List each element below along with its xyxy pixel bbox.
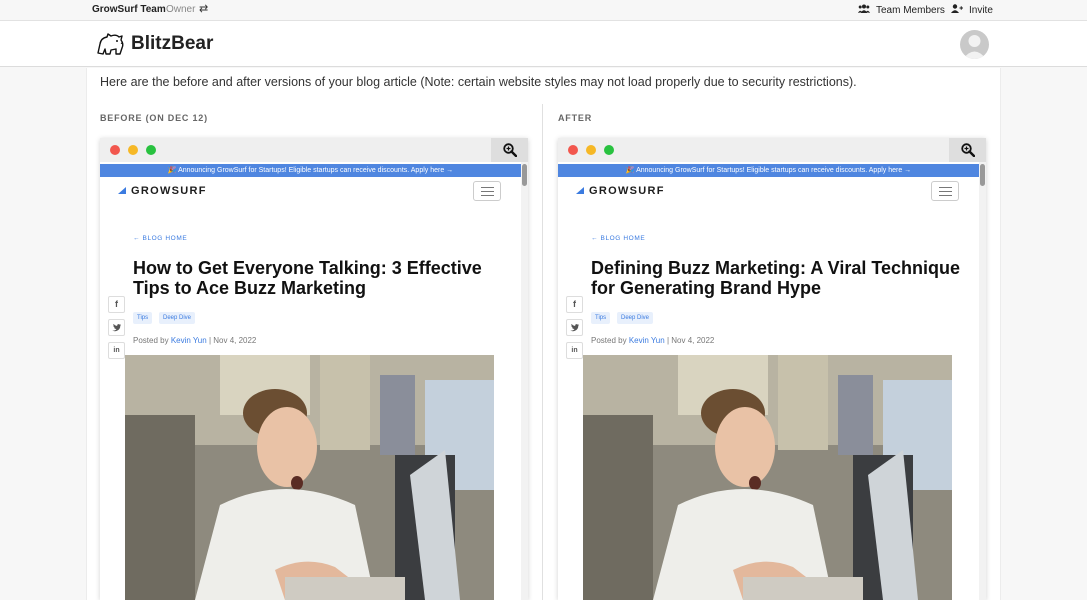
column-divider	[542, 104, 543, 600]
tag-tips[interactable]: Tips	[591, 312, 611, 324]
growsurf-logo[interactable]: GROWSURF	[118, 185, 207, 197]
after-browser-frame: 🎉 Announcing GrowSurf for Startups! Elig…	[558, 138, 986, 600]
team-name[interactable]: GrowSurf Team	[92, 4, 166, 15]
switch-team-icon[interactable]: ⇄	[199, 2, 208, 15]
intro-text: Here are the before and after versions o…	[100, 75, 857, 89]
invite-label: Invite	[969, 5, 993, 16]
article-title: How to Get Everyone Talking: 3 Effective…	[133, 258, 482, 298]
minimize-dot-icon	[586, 145, 596, 155]
byline: Posted by Kevin Yun | Nov 4, 2022	[591, 336, 714, 345]
growsurf-logo[interactable]: GROWSURF	[576, 185, 665, 197]
tag-deep-dive[interactable]: Deep Dive	[159, 312, 196, 324]
magnifier-plus-icon	[961, 143, 975, 157]
browser-chrome	[558, 138, 986, 162]
before-browser-frame: 🎉 Announcing GrowSurf for Startups! Elig…	[100, 138, 528, 600]
scrollbar[interactable]	[979, 162, 986, 600]
growsurf-logo-icon	[576, 187, 584, 194]
invite-link[interactable]: Invite	[951, 4, 993, 16]
twitter-icon[interactable]	[108, 319, 125, 336]
before-page-preview: 🎉 Announcing GrowSurf for Startups! Elig…	[100, 162, 521, 600]
posted-by-label: Posted by	[133, 336, 169, 345]
article-title: Defining Buzz Marketing: A Viral Techniq…	[591, 258, 961, 298]
blog-home-link[interactable]: ← BLOG HOME	[591, 235, 645, 242]
growsurf-logo-text: GROWSURF	[589, 185, 665, 197]
maximize-dot-icon	[146, 145, 156, 155]
post-date: | Nov 4, 2022	[666, 336, 715, 345]
linkedin-icon[interactable]: in	[566, 342, 583, 359]
hamburger-menu-button[interactable]	[473, 181, 501, 201]
brand-name[interactable]: BlitzBear	[131, 33, 213, 55]
linkedin-icon[interactable]: in	[108, 342, 125, 359]
team-role: Owner	[166, 4, 196, 15]
author-link[interactable]: Kevin Yun	[629, 336, 665, 345]
top-bar: GrowSurf Team Owner ⇄ Team Members Invit…	[0, 0, 1087, 21]
tag-tips[interactable]: Tips	[133, 312, 153, 324]
tag-deep-dive[interactable]: Deep Dive	[617, 312, 654, 324]
article-hero-image	[583, 355, 952, 600]
user-plus-icon	[951, 4, 963, 16]
hamburger-menu-button[interactable]	[931, 181, 959, 201]
growsurf-logo-icon	[118, 187, 126, 194]
scrollbar[interactable]	[521, 162, 528, 600]
avatar[interactable]	[960, 30, 989, 59]
twitter-icon[interactable]	[566, 319, 583, 336]
blog-home-link[interactable]: ← BLOG HOME	[133, 235, 187, 242]
after-page-preview: 🎉 Announcing GrowSurf for Startups! Elig…	[558, 162, 979, 600]
minimize-dot-icon	[128, 145, 138, 155]
post-date: | Nov 4, 2022	[208, 336, 257, 345]
team-members-label: Team Members	[876, 5, 945, 16]
team-members-link[interactable]: Team Members	[858, 4, 945, 16]
users-icon	[858, 4, 870, 16]
facebook-icon[interactable]: f	[108, 296, 125, 313]
posted-by-label: Posted by	[591, 336, 627, 345]
article-hero-image	[125, 355, 494, 600]
browser-chrome	[100, 138, 528, 162]
bear-logo-icon[interactable]	[95, 31, 125, 57]
announcement-bar[interactable]: 🎉 Announcing GrowSurf for Startups! Elig…	[100, 164, 521, 177]
zoom-button[interactable]	[949, 138, 986, 162]
growsurf-logo-text: GROWSURF	[131, 185, 207, 197]
maximize-dot-icon	[604, 145, 614, 155]
magnifier-plus-icon	[503, 143, 517, 157]
author-link[interactable]: Kevin Yun	[171, 336, 207, 345]
after-label: AFTER	[558, 113, 592, 123]
before-label: BEFORE (ON DEC 12)	[100, 113, 208, 123]
facebook-icon[interactable]: f	[566, 296, 583, 313]
app-header: BlitzBear	[0, 21, 1087, 67]
announcement-bar[interactable]: 🎉 Announcing GrowSurf for Startups! Elig…	[558, 164, 979, 177]
byline: Posted by Kevin Yun | Nov 4, 2022	[133, 336, 256, 345]
zoom-button[interactable]	[491, 138, 528, 162]
close-dot-icon	[110, 145, 120, 155]
close-dot-icon	[568, 145, 578, 155]
